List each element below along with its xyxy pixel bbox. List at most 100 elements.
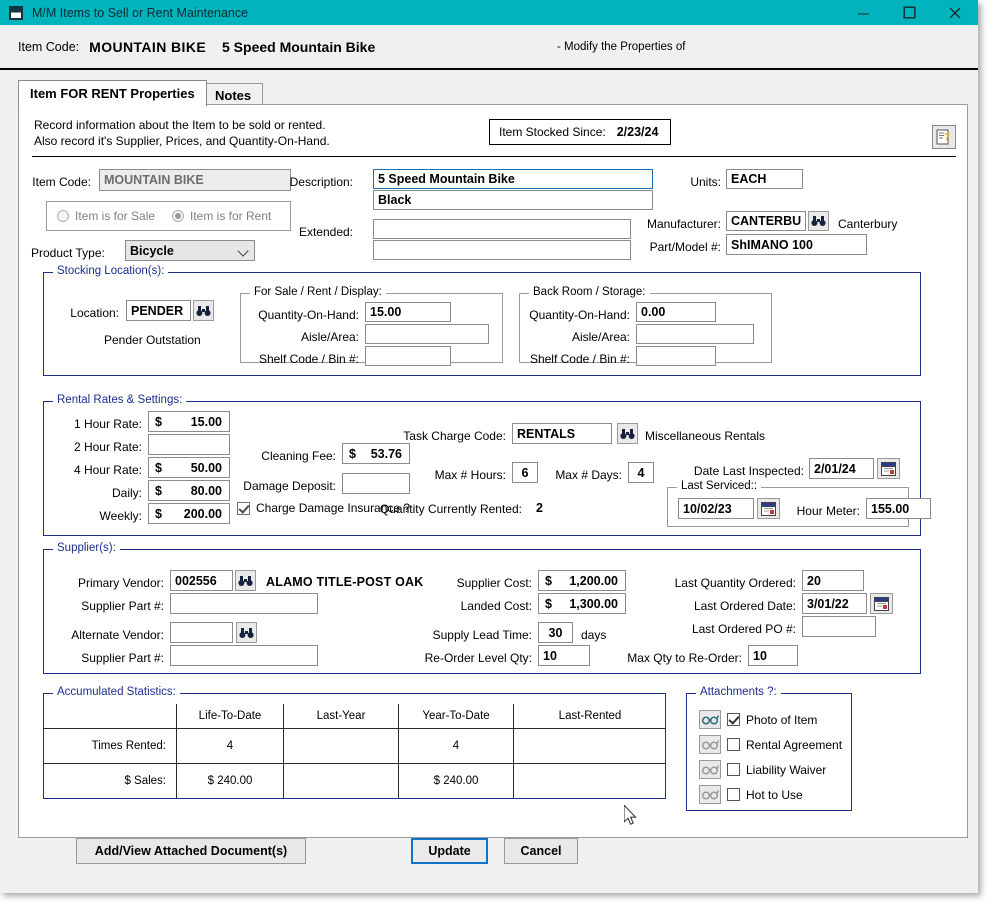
location-lookup-binoculars-icon[interactable] xyxy=(193,300,214,321)
supplier-cost-input[interactable]: $ 1,200.00 xyxy=(538,570,626,591)
manufacturer-lookup-binoculars-icon[interactable] xyxy=(808,211,829,231)
max-reorder-input[interactable]: 10 xyxy=(748,645,798,666)
help-icon[interactable]: ? xyxy=(932,125,956,149)
close-button[interactable] xyxy=(932,0,978,25)
sales-year-to-date: $ 240.00 xyxy=(434,775,479,787)
last-ordered-po-input[interactable] xyxy=(802,616,876,637)
primary-vendor-label: Primary Vendor: xyxy=(54,576,164,590)
stats-corner-cell xyxy=(43,704,177,729)
last-qty-ordered-label: Last Quantity Ordered: xyxy=(654,576,796,590)
hour-meter-input[interactable]: 155.00 xyxy=(866,498,931,519)
view-attachment-glasses-icon[interactable] xyxy=(699,760,721,779)
last-ordered-po-label: Last Ordered PO #: xyxy=(654,622,796,636)
tab-label: Item FOR RENT Properties xyxy=(30,86,195,101)
tab-item-for-rent-properties[interactable]: Item FOR RENT Properties xyxy=(18,80,207,106)
rate-weekly-input[interactable]: $ 200.00 xyxy=(148,503,230,524)
fsr-qoh-input[interactable]: 15.00 xyxy=(365,302,451,322)
last-qty-ordered-input[interactable]: 20 xyxy=(802,570,864,591)
rate-1hr-input[interactable]: $ 15.00 xyxy=(148,411,230,432)
br-shelf-input[interactable] xyxy=(636,346,716,366)
date-last-inspected-calendar-icon[interactable] xyxy=(877,458,900,479)
add-view-attached-documents-button[interactable]: Add/View Attached Document(s) xyxy=(76,838,306,864)
radio-item-is-for-rent[interactable]: Item is for Rent xyxy=(172,209,271,223)
manufacturer-input[interactable]: CANTERBU xyxy=(726,211,806,231)
rate-daily-input[interactable]: $ 80.00 xyxy=(148,480,230,501)
br-qoh-input[interactable]: 0.00 xyxy=(636,302,716,322)
rental-rates-caption: Rental Rates & Settings: xyxy=(53,394,186,406)
view-attachment-glasses-icon[interactable] xyxy=(699,785,721,804)
row-label-times-rented: Times Rented: xyxy=(43,729,177,764)
description-line2-input[interactable]: Black xyxy=(373,190,653,210)
tab-notes[interactable]: Notes xyxy=(203,83,263,106)
location-input[interactable]: PENDER xyxy=(126,300,191,321)
divider xyxy=(32,156,956,157)
column-header-life-to-date: Life-To-Date xyxy=(177,704,284,729)
maximize-button[interactable] xyxy=(886,0,932,25)
minimize-button[interactable] xyxy=(840,0,886,25)
max-days-input[interactable]: 4 xyxy=(628,462,654,483)
tab-strip: Item FOR RENT Properties Notes xyxy=(18,82,978,106)
attachment-checkbox[interactable] xyxy=(727,788,740,801)
task-charge-code-label: Task Charge Code: xyxy=(392,429,506,443)
rate-4hr-input[interactable]: $ 50.00 xyxy=(148,457,230,478)
alternate-vendor-input[interactable] xyxy=(170,622,233,643)
rate-4hr-value: 50.00 xyxy=(191,461,222,475)
description-line1-input[interactable]: 5 Speed Mountain Bike xyxy=(373,169,653,189)
fsr-aisle-input[interactable] xyxy=(365,324,489,344)
task-charge-code-input[interactable]: RENTALS xyxy=(512,423,612,444)
alternate-vendor-lookup-binoculars-icon[interactable] xyxy=(236,622,257,643)
attachment-label: Hot to Use xyxy=(746,788,803,802)
cleaning-fee-input[interactable]: $ 53.76 xyxy=(342,443,410,464)
rental-rates-group: Rental Rates & Settings: 1 Hour Rate: $ … xyxy=(43,401,921,536)
last-serviced-input[interactable]: 10/02/23 xyxy=(678,498,754,519)
task-charge-lookup-binoculars-icon[interactable] xyxy=(617,423,638,444)
attachment-checkbox[interactable] xyxy=(727,738,740,751)
view-attachment-glasses-icon[interactable] xyxy=(699,710,721,729)
table-header-row: Life-To-Date Last-Year Year-To-Date Last… xyxy=(43,704,666,729)
attachment-row-how-to-use[interactable]: Hot to Use xyxy=(699,785,803,804)
last-serviced-calendar-icon[interactable] xyxy=(757,498,780,519)
tab-label: Notes xyxy=(215,88,251,103)
primary-vendor-input[interactable]: 002556 xyxy=(170,570,233,591)
part-model-input[interactable]: ShIMANO 100 xyxy=(726,234,867,255)
max-hours-input[interactable]: 6 xyxy=(512,462,538,483)
radio-label: Item is for Rent xyxy=(190,209,271,223)
units-label: Units: xyxy=(671,175,721,189)
reorder-level-input[interactable]: 10 xyxy=(538,645,590,666)
primary-vendor-name: ALAMO TITLE-POST OAK xyxy=(266,575,423,589)
radio-item-is-for-sale[interactable]: Item is for Sale xyxy=(57,209,155,223)
supplier-cost-label: Supplier Cost: xyxy=(424,576,532,590)
date-last-inspected-input[interactable]: 2/01/24 xyxy=(809,458,874,479)
attachment-row-photo-of-item[interactable]: Photo of Item xyxy=(699,710,817,729)
rate-2hr-input[interactable] xyxy=(148,434,230,455)
attachment-row-liability-waiver[interactable]: Liability Waiver xyxy=(699,760,826,779)
supply-lead-time-input[interactable]: 30 xyxy=(538,622,573,643)
supplier-part2-input[interactable] xyxy=(170,645,318,666)
damage-deposit-input[interactable] xyxy=(342,473,410,494)
back-room-caption: Back Room / Storage: xyxy=(529,286,650,298)
last-ordered-date-calendar-icon[interactable] xyxy=(870,593,893,614)
table-row: Times Rented: 4 4 xyxy=(43,729,666,764)
product-type-select[interactable]: Bicycle xyxy=(125,240,255,261)
extended-line2-input[interactable] xyxy=(373,240,631,260)
fsr-shelf-input[interactable] xyxy=(365,346,451,366)
app-icon xyxy=(9,6,23,20)
primary-vendor-lookup-binoculars-icon[interactable] xyxy=(235,570,256,591)
currency-symbol: $ xyxy=(155,484,162,498)
intro-line-2: Also record it's Supplier, Prices, and Q… xyxy=(34,133,330,149)
supplier-part1-input[interactable] xyxy=(170,593,318,614)
cancel-button[interactable]: Cancel xyxy=(504,838,578,864)
extended-line1-input[interactable] xyxy=(373,219,631,239)
for-sale-rent-display-group: For Sale / Rent / Display: Quantity-On-H… xyxy=(240,293,503,363)
view-attachment-glasses-icon[interactable] xyxy=(699,735,721,754)
br-aisle-input[interactable] xyxy=(636,324,754,344)
update-button[interactable]: Update xyxy=(411,838,488,864)
last-ordered-date-input[interactable]: 3/01/22 xyxy=(802,593,867,614)
attachments-caption: Attachments ?: xyxy=(696,686,781,698)
units-input[interactable]: EACH xyxy=(726,169,803,189)
suppliers-caption: Supplier(s): xyxy=(53,542,120,554)
landed-cost-input[interactable]: $ 1,300.00 xyxy=(538,593,626,614)
attachment-checkbox[interactable] xyxy=(727,713,740,726)
attachment-checkbox[interactable] xyxy=(727,763,740,776)
attachment-row-rental-agreement[interactable]: Rental Agreement xyxy=(699,735,842,754)
